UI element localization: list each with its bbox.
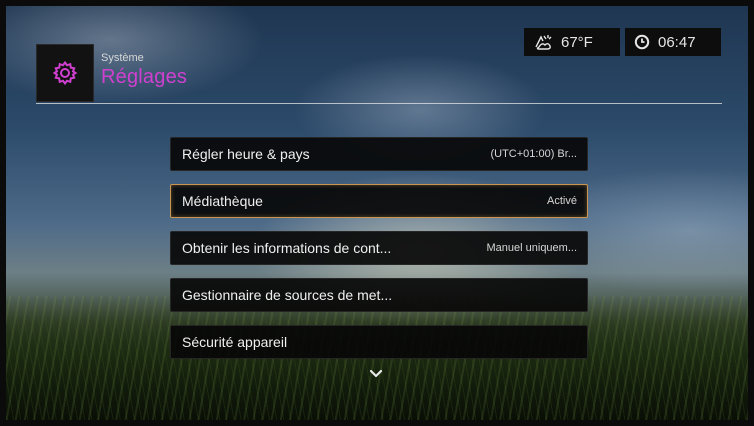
menu-item-media-library[interactable]: Médiathèque Activé	[170, 184, 588, 218]
settings-menu: Régler heure & pays (UTC+01:00) Br... Mé…	[170, 137, 588, 372]
temperature: 67°F	[561, 33, 593, 51]
breadcrumb: Système	[101, 52, 144, 64]
settings-screen: Système Réglages 67°F 06:47 Régler heure…	[0, 0, 754, 426]
page-title: Réglages	[101, 66, 188, 88]
clock-icon	[634, 34, 650, 50]
menu-item-device-security[interactable]: Sécurité appareil	[170, 325, 588, 359]
menu-item-time-country[interactable]: Régler heure & pays (UTC+01:00) Br...	[170, 137, 588, 171]
menu-item-value: Activé	[547, 195, 577, 207]
menu-item-label: Gestionnaire de sources de met...	[182, 287, 393, 303]
settings-app-tile	[36, 44, 94, 102]
current-time: 06:47	[658, 33, 696, 51]
menu-item-metadata-sources[interactable]: Gestionnaire de sources de met...	[170, 278, 588, 312]
clock-status: 06:47	[625, 28, 721, 56]
header-divider	[36, 103, 722, 104]
menu-item-value: (UTC+01:00) Br...	[490, 148, 577, 160]
scroll-more-indicator[interactable]	[369, 366, 383, 384]
menu-item-label: Obtenir les informations de cont...	[182, 240, 392, 256]
gear-icon	[52, 60, 78, 86]
header: Système Réglages	[101, 52, 187, 89]
weather-status: 67°F	[524, 28, 620, 56]
menu-item-content-info[interactable]: Obtenir les informations de cont... Manu…	[170, 231, 588, 265]
chevron-down-icon	[369, 369, 383, 378]
menu-item-label: Médiathèque	[182, 193, 263, 209]
menu-item-label: Sécurité appareil	[182, 334, 288, 350]
weather-icon	[533, 33, 553, 51]
menu-item-label: Régler heure & pays	[182, 146, 310, 162]
menu-item-value: Manuel uniquem...	[486, 242, 578, 254]
